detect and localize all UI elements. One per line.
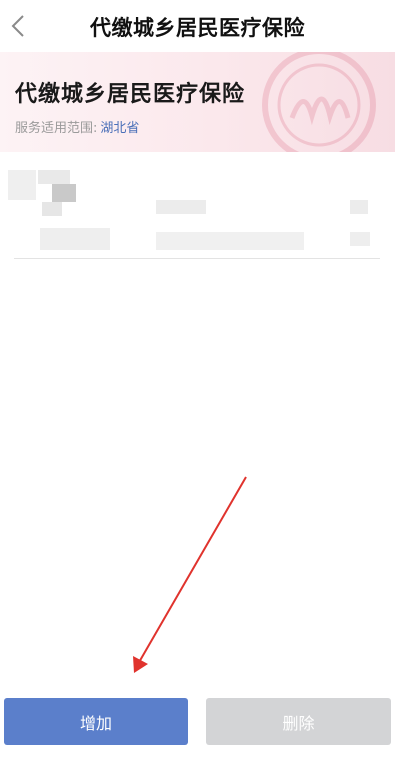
page-title: 代缴城乡居民医疗保险: [90, 16, 305, 40]
blurred-block: [52, 184, 76, 202]
blurred-block: [350, 232, 370, 246]
blurred-id-number: [156, 232, 304, 250]
page: 代缴城乡居民医疗保险 代缴城乡居民医疗保险 服务适用范围: 湖北省 增加 删除: [0, 0, 395, 760]
blurred-avatar: [8, 170, 36, 200]
scope-label: 服务适用范围:: [15, 121, 98, 136]
add-button[interactable]: 增加: [4, 698, 188, 745]
service-banner: 代缴城乡居民医疗保险: [0, 52, 395, 152]
blurred-block: [350, 200, 368, 214]
delete-button[interactable]: 删除: [206, 698, 391, 745]
service-title: 代缴城乡居民医疗保险: [15, 82, 246, 107]
blurred-name: [40, 228, 110, 250]
nav-bar: 代缴城乡居民医疗保险: [0, 0, 395, 52]
blurred-record-card[interactable]: [8, 162, 380, 259]
blurred-label: [156, 200, 206, 214]
seal-watermark-icon: [262, 52, 376, 152]
service-scope: 服务适用范围: 湖北省: [15, 117, 139, 136]
scope-value: 湖北省: [100, 121, 140, 136]
blurred-block: [38, 170, 70, 184]
blurred-block: [42, 202, 62, 216]
